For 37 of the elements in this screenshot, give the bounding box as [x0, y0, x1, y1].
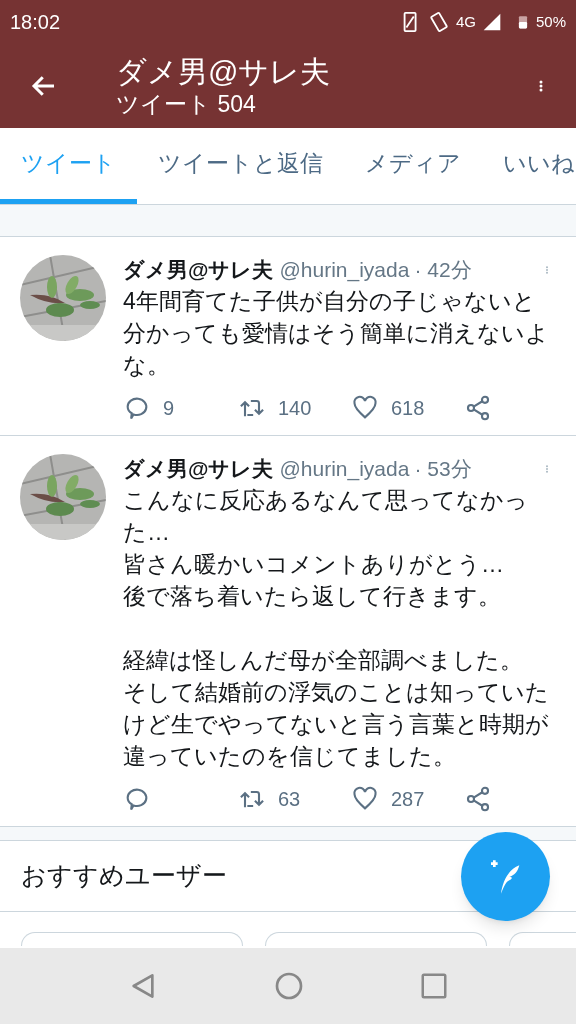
tweet-text: 後で落ち着いたら返して行きます。: [123, 582, 502, 611]
tweet-text: 皆さん暖かいコメントありがとう…: [123, 550, 505, 579]
author-name: ダメ男@サレ夫: [123, 257, 274, 284]
tweet-text: そして結婚前の浮気のことは知っていたけど生でやってないと言う言葉と時期が違っていたのを信じてました。: [123, 678, 550, 771]
share-icon: [464, 394, 492, 422]
retweet-button[interactable]: 63: [238, 784, 351, 814]
retweet-button[interactable]: 140: [238, 393, 351, 423]
tweet-time: · 53分: [414, 456, 472, 483]
profile-title: ダメ男@サレ夫: [116, 54, 331, 90]
section-title: おすすめユーザー: [21, 860, 227, 892]
vibrate-icon: [427, 11, 450, 33]
tab[interactable]: いいね: [482, 128, 576, 204]
recents-square-icon: [419, 971, 449, 1001]
tweet-text: 経緯は怪しんだ母が全部調べました。: [123, 646, 524, 675]
like-button[interactable]: 618: [351, 393, 464, 423]
home-circle-icon: [273, 970, 305, 1002]
battery-text: 50%: [535, 11, 566, 32]
share-button[interactable]: [464, 394, 492, 422]
tweet-text: こんなに反応あるなんて思ってなかった…: [123, 486, 529, 547]
author-name: ダメ男@サレ夫: [123, 456, 274, 483]
recents-nav-button[interactable]: [419, 971, 449, 1001]
tweet-time: · 42分: [414, 257, 472, 284]
share-button[interactable]: [464, 785, 492, 813]
tab[interactable]: ツイートと返信: [137, 128, 344, 204]
like-button[interactable]: 287: [351, 784, 464, 814]
author-handle: @hurin_iyada: [279, 257, 410, 284]
author-handle: @hurin_iyada: [279, 456, 410, 483]
signal-icon: [481, 12, 502, 32]
share-icon: [464, 785, 492, 813]
tweet-count: ツイート 504: [116, 90, 257, 118]
tweet-text: 4年間育てた子供が自分の子じゃないと分かっても愛情はそう簡単に消えないよな。: [123, 287, 550, 380]
home-nav-button[interactable]: [273, 970, 305, 1002]
tab[interactable]: ツイート: [0, 128, 137, 204]
reply-button[interactable]: 9: [123, 393, 238, 423]
clock-text: 18:02: [10, 10, 61, 35]
tab[interactable]: メディア: [344, 128, 482, 204]
network-text: 4G: [455, 11, 476, 32]
